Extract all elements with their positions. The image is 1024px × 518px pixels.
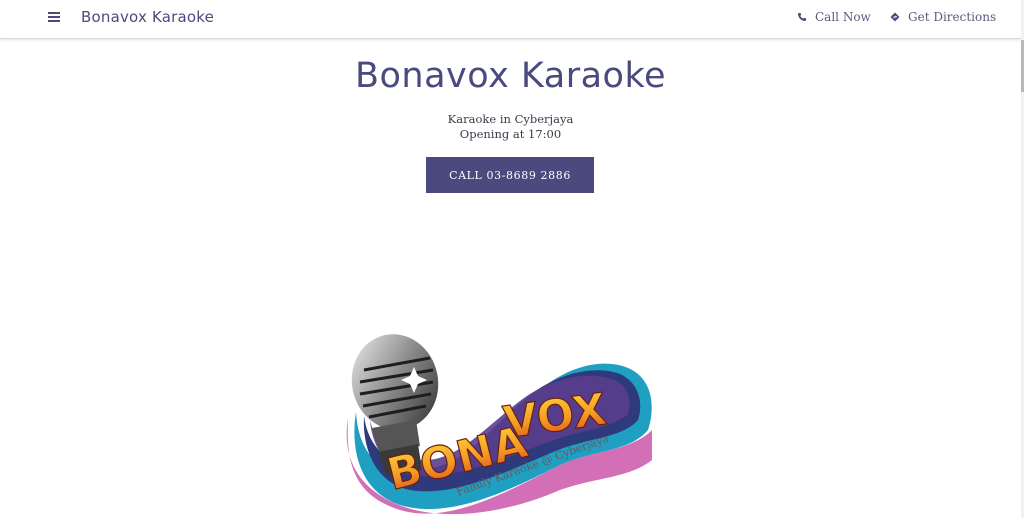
phone-icon (798, 13, 806, 21)
menu-icon[interactable] (48, 12, 60, 22)
get-directions-link[interactable]: Get Directions (890, 10, 996, 24)
call-now-link[interactable]: Call Now (797, 10, 871, 24)
directions-icon (890, 12, 900, 22)
site-brand[interactable]: Bonavox Karaoke (81, 8, 214, 26)
call-now-label: Call Now (815, 10, 871, 24)
bonavox-logo: BONA VOX Family Karaoke @ Cyberjaya (346, 334, 652, 515)
opening-hours: Opening at 17:00 (459, 127, 562, 141)
top-navigation-bar: Bonavox Karaoke Call Now Get Directions (0, 0, 1021, 39)
page-title: Bonavox Karaoke (354, 56, 667, 96)
call-phone-button[interactable]: CALL 03-8689 2886 (426, 157, 594, 193)
get-directions-label: Get Directions (908, 10, 997, 24)
business-category: Karaoke in Cyberjaya (447, 112, 574, 126)
